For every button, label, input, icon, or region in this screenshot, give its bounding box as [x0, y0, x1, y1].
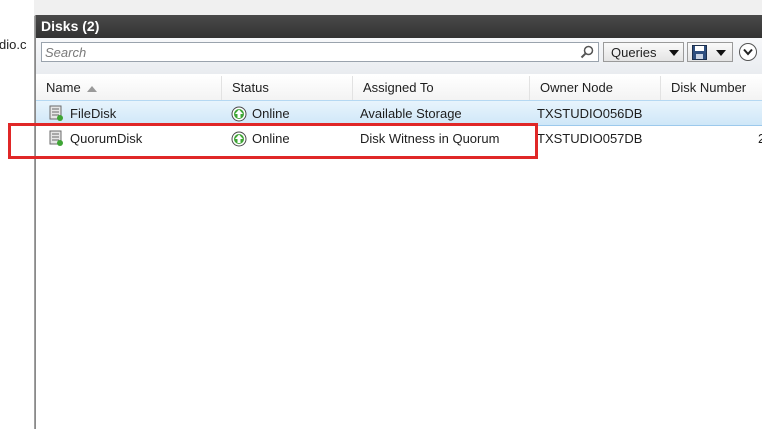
- cell-owner-node: TXSTUDIO057DB: [537, 131, 643, 146]
- search-icon[interactable]: [580, 45, 594, 59]
- cell-disk-number: 2: [758, 131, 762, 146]
- cell-owner-node: TXSTUDIO056DB: [537, 106, 643, 121]
- disks-pane: Disks (2) Queries: [35, 15, 762, 429]
- top-strip: [34, 0, 762, 16]
- column-header-owner-node[interactable]: Owner Node: [530, 76, 661, 100]
- dropdown-arrow-icon: [716, 50, 726, 56]
- disk-icon: [49, 105, 63, 121]
- column-header-label: Status: [232, 80, 269, 95]
- search-box[interactable]: [41, 42, 599, 62]
- queries-label: Queries: [611, 45, 657, 60]
- column-header-status[interactable]: Status: [222, 76, 353, 100]
- save-query-button[interactable]: [687, 42, 733, 62]
- navigation-pane: dio.c: [0, 0, 35, 429]
- expand-button[interactable]: [739, 43, 757, 61]
- toolbar: Queries: [36, 38, 762, 74]
- search-input[interactable]: [45, 44, 575, 60]
- sort-ascending-icon: [86, 85, 97, 92]
- highlight-annotation-box: [8, 123, 538, 159]
- column-header-assigned-to[interactable]: Assigned To: [353, 76, 530, 100]
- column-header-label: Owner Node: [540, 80, 613, 95]
- nav-item-label[interactable]: dio.c: [0, 37, 26, 52]
- floppy-disk-icon: [692, 45, 707, 60]
- online-status-icon: [231, 106, 247, 122]
- column-header-label: Disk Number: [671, 80, 747, 95]
- chevron-down-icon: [743, 48, 753, 56]
- pane-header: Disks (2): [36, 15, 762, 38]
- column-header-disk-number[interactable]: Disk Number: [661, 76, 762, 100]
- column-header-name[interactable]: Name: [36, 76, 222, 100]
- column-header-label: Name: [46, 80, 81, 95]
- queries-button[interactable]: Queries: [603, 42, 684, 62]
- grid-header: Name Status Assigned To Owner Node Disk …: [36, 76, 762, 101]
- column-header-label: Assigned To: [363, 80, 434, 95]
- pane-title: Disks (2): [41, 18, 100, 34]
- dropdown-arrow-icon: [669, 50, 679, 56]
